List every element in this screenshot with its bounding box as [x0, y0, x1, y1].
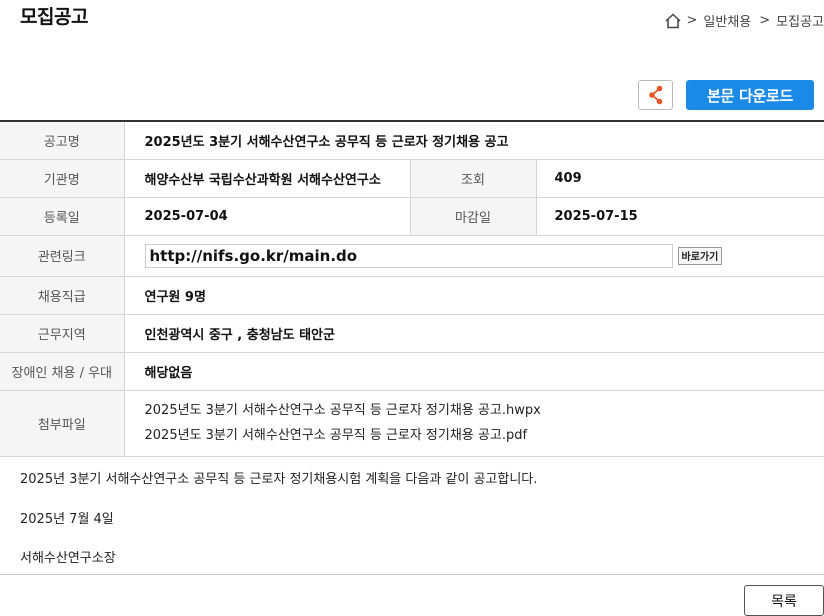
- content-date: 2025년 7월 4일: [20, 512, 114, 527]
- breadcrumb-item-recruit[interactable]: 모집공고: [776, 11, 824, 30]
- reg-date-value: 2025-07-04: [124, 197, 410, 236]
- go-link-button[interactable]: 바로가기: [677, 246, 723, 265]
- link-cell: 바로가기: [124, 235, 824, 277]
- table-row: 공고명 2025년도 3분기 서해수산연구소 공무직 등 근로자 정기채용 공고: [0, 121, 824, 160]
- download-button[interactable]: 본문 다운로드: [686, 80, 814, 110]
- table-row: 첨부파일 2025년도 3분기 서해수산연구소 공무직 등 근로자 정기채용 공…: [0, 390, 824, 457]
- table-row: 등록일 2025-07-04 마감일 2025-07-15: [0, 197, 824, 236]
- info-table: 공고명 2025년도 3분기 서해수산연구소 공무직 등 근로자 정기채용 공고…: [0, 120, 824, 457]
- grade-label: 채용직급: [0, 276, 125, 315]
- grade-value: 연구원 9명: [124, 276, 824, 315]
- deadline-value: 2025-07-15: [536, 197, 824, 236]
- region-value: 인천광역시 중구 , 충청남도 태안군: [124, 314, 824, 353]
- disabled-label: 장애인 채용 / 우대: [0, 352, 125, 391]
- views-label: 조회: [409, 159, 537, 198]
- divider: [0, 574, 824, 575]
- home-icon[interactable]: [664, 12, 682, 30]
- files-cell: 2025년도 3분기 서해수산연구소 공무직 등 근로자 정기채용 공고.hwp…: [124, 390, 824, 457]
- views-value: 409: [536, 159, 824, 198]
- link-label: 관련링크: [0, 235, 125, 277]
- breadcrumb-separator: >: [686, 13, 698, 28]
- content-signature: 서해수산연구소장: [20, 551, 116, 566]
- title-value: 2025년도 3분기 서해수산연구소 공무직 등 근로자 정기채용 공고: [124, 121, 824, 160]
- breadcrumb-separator: >: [759, 13, 771, 28]
- share-button[interactable]: [638, 80, 673, 110]
- table-row: 장애인 채용 / 우대 해당없음: [0, 352, 824, 391]
- breadcrumb-item-general[interactable]: 일반채용: [703, 11, 751, 30]
- breadcrumb: > 일반채용 > 모집공고: [664, 11, 824, 30]
- share-icon: [648, 85, 662, 105]
- org-label: 기관명: [0, 159, 125, 198]
- table-row: 관련링크 바로가기: [0, 235, 824, 277]
- content-line: 2025년 3분기 서해수산연구소 공무직 등 근로자 정기채용시험 계획을 다…: [20, 472, 538, 487]
- list-button[interactable]: 목록: [744, 585, 824, 616]
- link-url-field[interactable]: [144, 243, 673, 268]
- files-label: 첨부파일: [0, 390, 125, 457]
- reg-date-label: 등록일: [0, 197, 125, 236]
- table-row: 근무지역 인천광역시 중구 , 충청남도 태안군: [0, 314, 824, 353]
- table-row: 채용직급 연구원 9명: [0, 276, 824, 315]
- file-link-pdf[interactable]: 2025년도 3분기 서해수산연구소 공무직 등 근로자 정기채용 공고.pdf: [145, 423, 824, 448]
- table-row: 기관명 해양수산부 국립수산과학원 서해수산연구소 조회 409: [0, 159, 824, 198]
- title-label: 공고명: [0, 121, 125, 160]
- disabled-value: 해당없음: [124, 352, 824, 391]
- deadline-label: 마감일: [409, 197, 537, 236]
- org-value: 해양수산부 국립수산과학원 서해수산연구소: [124, 159, 410, 198]
- region-label: 근무지역: [0, 314, 125, 353]
- page-title: 모집공고: [20, 6, 88, 28]
- file-link-hwpx[interactable]: 2025년도 3분기 서해수산연구소 공무직 등 근로자 정기채용 공고.hwp…: [145, 398, 824, 423]
